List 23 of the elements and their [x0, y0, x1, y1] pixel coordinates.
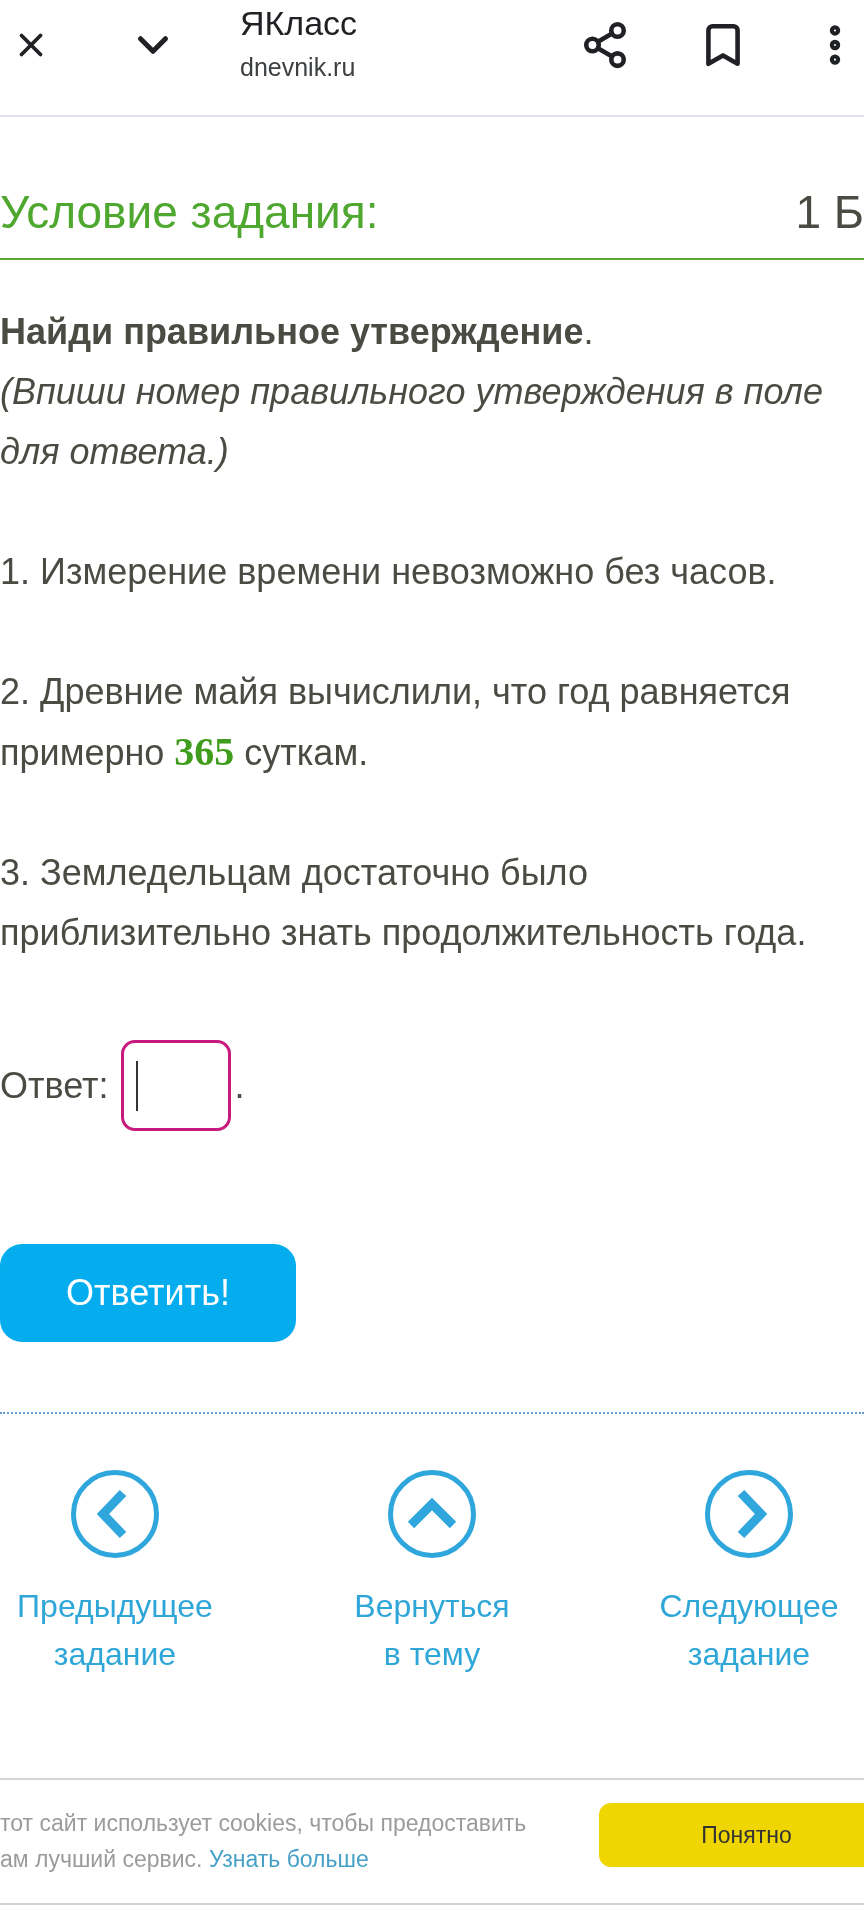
- page-url: dnevnik.ru: [240, 52, 357, 82]
- chevron-right-circle-icon[interactable]: [705, 1470, 793, 1558]
- text-cursor-icon: [135, 1060, 138, 1111]
- back-to-topic-link[interactable]: Вернуться в тему: [354, 1582, 510, 1678]
- page-title: ЯКласс: [240, 4, 358, 42]
- answer-period: .: [234, 1063, 245, 1108]
- answer-label: Ответ:: [0, 1063, 109, 1108]
- cookie-notice-text: тот сайт использует cookies, чтобы предоставить ам лучший сервис. Узнать больше: [0, 1809, 528, 1874]
- task-heading: Условие задания:: [0, 185, 379, 240]
- learn-more-link[interactable]: Узнать больше: [208, 1846, 369, 1872]
- statement-text: 2. Древние майя вычислили, что год равняется примерно 365 суткам.: [0, 670, 792, 776]
- hint-text: (Впиши номер правильного утверждения в поле для ответа.): [0, 370, 824, 474]
- statement-text: 1. Измерение времени невозможно без часов.: [0, 550, 778, 594]
- previous-task-link[interactable]: Предыдущее задание: [17, 1582, 213, 1678]
- instruction-text: Найди правильное утверждение.: [0, 310, 595, 354]
- task-points: 1 Б: [795, 185, 864, 240]
- answer-field[interactable]: [120, 1040, 231, 1131]
- next-task-link[interactable]: Следующее задание: [659, 1582, 839, 1678]
- accept-cookies-button[interactable]: Понятно: [599, 1803, 864, 1867]
- submit-button[interactable]: Ответить!: [0, 1244, 296, 1342]
- chevron-up-circle-icon[interactable]: [388, 1470, 476, 1558]
- chevron-left-circle-icon[interactable]: [71, 1470, 159, 1558]
- statement-text: 3. Земледельцам достаточно было приблизительно знать продолжительность года.: [0, 851, 808, 955]
